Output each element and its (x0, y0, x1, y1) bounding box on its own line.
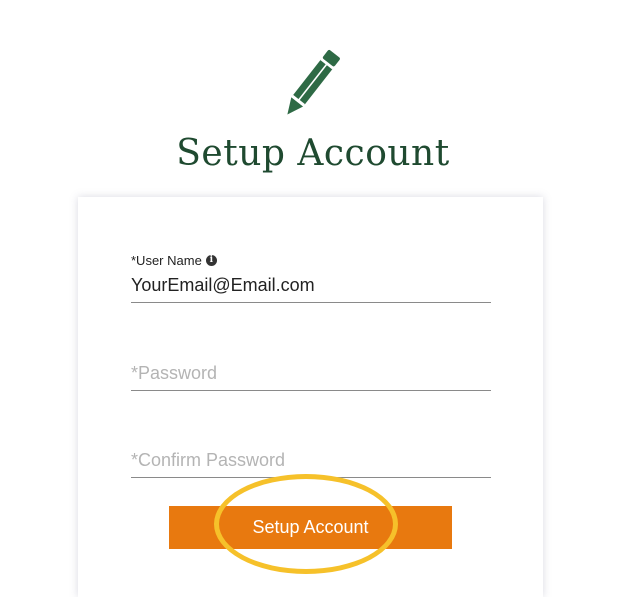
password-input[interactable] (131, 363, 491, 391)
username-input[interactable] (131, 275, 491, 303)
setup-account-form: *User Name i Setup Account (78, 197, 543, 597)
pencil-icon (287, 50, 340, 115)
page-title: Setup Account (176, 133, 450, 174)
username-label-text: *User Name (131, 253, 202, 268)
username-label: *User Name i (131, 253, 217, 268)
confirm-password-input[interactable] (131, 450, 491, 478)
info-circle-icon[interactable]: i (205, 255, 217, 266)
setup-account-button[interactable]: Setup Account (169, 506, 452, 549)
